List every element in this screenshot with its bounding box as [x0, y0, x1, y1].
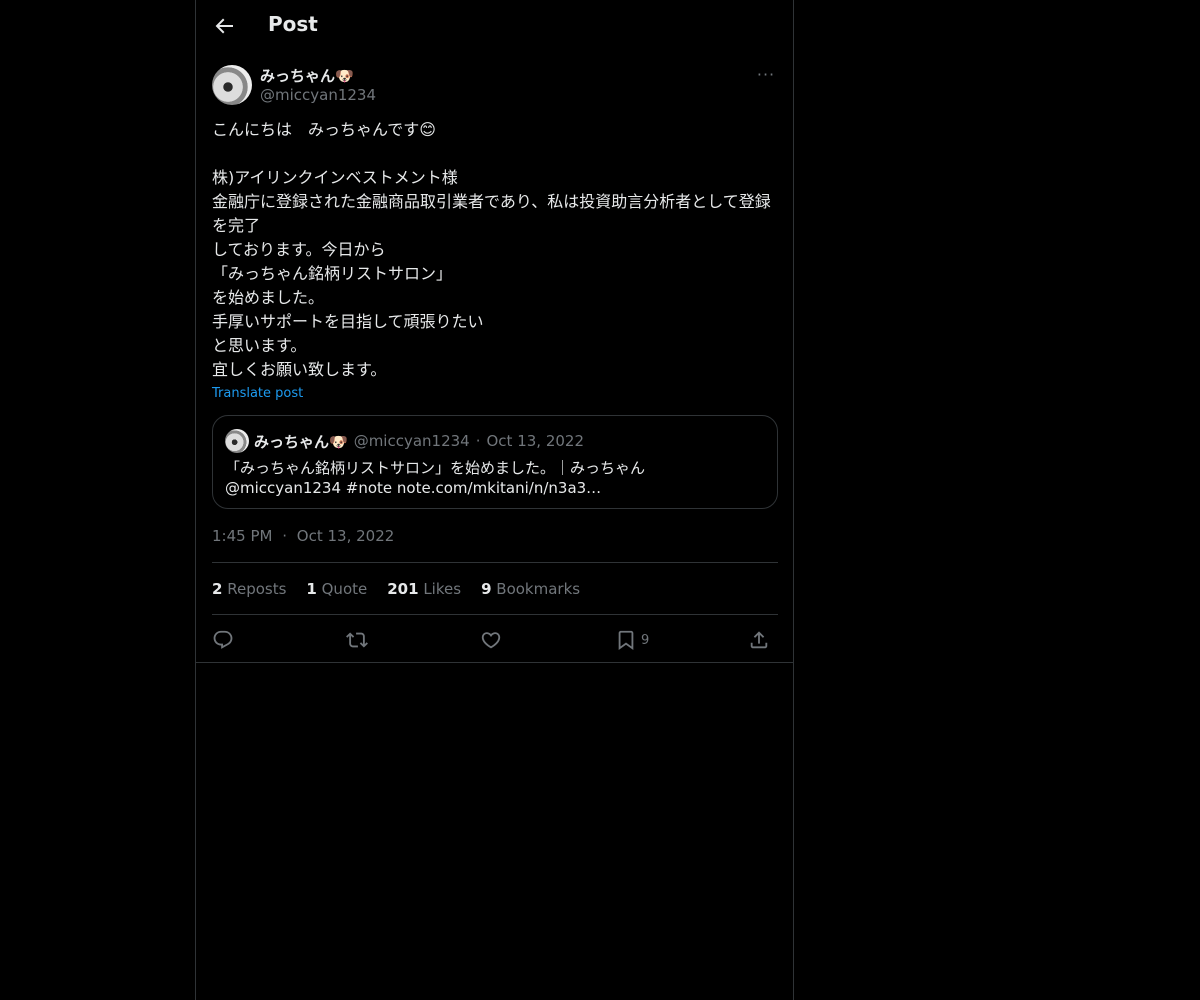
reply-icon: [213, 630, 233, 649]
bookmarks-stat[interactable]: 9 Bookmarks: [481, 580, 580, 598]
post-author: みっちゃん🐶 @miccyan1234 ···: [212, 65, 778, 109]
action-bar: 9: [212, 626, 778, 654]
heart-icon: [481, 632, 501, 649]
repost-icon: [346, 632, 368, 648]
likes-stat[interactable]: 201 Likes: [387, 580, 461, 598]
engagement-stats: 2 Reposts 1 Quote 201 Likes 9 Bookmarks: [212, 580, 580, 598]
quotes-count: 1: [306, 580, 317, 598]
arrow-left-icon: [215, 18, 233, 34]
divider: [212, 614, 778, 615]
bookmarks-count: 9: [481, 580, 492, 598]
bookmarks-label: Bookmarks: [496, 580, 581, 598]
post-detail-column: Post みっちゃん🐶 @miccyan1234 ··· こんにちは みっちゃん…: [195, 0, 794, 1000]
page-title: Post: [268, 12, 318, 36]
reposts-stat[interactable]: 2 Reposts: [212, 580, 286, 598]
quoted-text: 「みっちゃん銘柄リストサロン」を始めました。｜みっちゃん @miccyan123…: [225, 459, 646, 497]
reply-button[interactable]: [212, 626, 234, 654]
timestamp-separator: ·: [282, 527, 288, 545]
quoted-display-name: みっちゃん🐶: [254, 432, 348, 451]
divider: [196, 662, 793, 663]
share-button[interactable]: [748, 626, 770, 654]
quoted-separator: ·: [475, 432, 481, 450]
avatar[interactable]: [212, 65, 252, 105]
likes-label: Likes: [423, 580, 462, 598]
quotes-stat[interactable]: 1 Quote: [306, 580, 367, 598]
quoted-post-card[interactable]: みっちゃん🐶 @miccyan1234 · Oct 13, 2022 「みっちゃ…: [212, 415, 778, 509]
quoted-date: Oct 13, 2022: [486, 432, 585, 450]
bookmark-icon: [618, 630, 634, 651]
quoted-avatar: [225, 429, 249, 453]
bookmark-count: 9: [641, 632, 650, 648]
share-icon: [750, 631, 768, 649]
more-horizontal-icon: ···: [756, 65, 776, 84]
reposts-label: Reposts: [227, 580, 287, 598]
post-date: Oct 13, 2022: [296, 527, 395, 545]
post-body-text: こんにちは みっちゃんです😊 株)アイリンクインベストメント様 金融庁に登録され…: [212, 120, 771, 379]
bookmark-button[interactable]: 9: [615, 626, 649, 654]
reposts-count: 2: [212, 580, 223, 598]
author-handle[interactable]: @miccyan1234: [260, 86, 376, 104]
post-time: 1:45 PM: [212, 527, 273, 545]
divider: [212, 562, 778, 563]
likes-count: 201: [387, 580, 419, 598]
quoted-post-header: みっちゃん🐶 @miccyan1234 · Oct 13, 2022: [225, 428, 765, 454]
quoted-handle: @miccyan1234: [353, 432, 470, 450]
repost-button[interactable]: [346, 626, 368, 654]
post-timestamp[interactable]: 1:45 PM · Oct 13, 2022: [212, 527, 394, 545]
translate-post-link[interactable]: Translate post: [212, 386, 303, 401]
quotes-label: Quote: [321, 580, 368, 598]
more-options-button[interactable]: ···: [754, 65, 778, 85]
header: Post: [196, 0, 793, 54]
back-button[interactable]: [212, 14, 236, 38]
like-button[interactable]: [480, 626, 502, 654]
author-display-name[interactable]: みっちゃん🐶: [260, 65, 354, 86]
